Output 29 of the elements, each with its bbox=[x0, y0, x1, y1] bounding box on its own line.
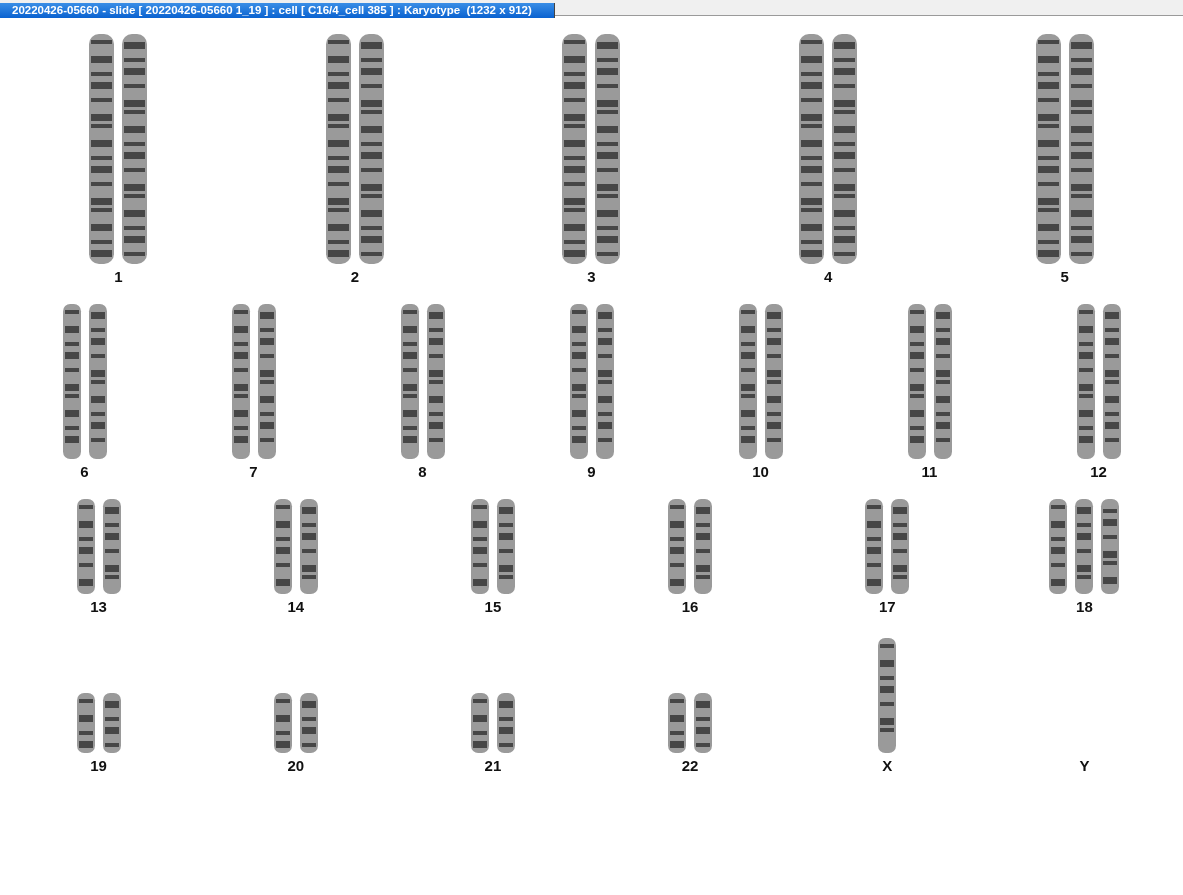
chromosome-label: 12 bbox=[1090, 463, 1107, 481]
chromosome-label: 8 bbox=[418, 463, 427, 481]
chromosome-label: 1 bbox=[114, 268, 123, 286]
chromosome-label: 7 bbox=[249, 463, 258, 481]
chromosome-label: 5 bbox=[1060, 268, 1069, 286]
chromosome-label: 2 bbox=[350, 268, 360, 286]
chromosome-label: 6 bbox=[80, 463, 89, 481]
chromosome-label: X bbox=[882, 757, 893, 775]
chromosome-drawing bbox=[668, 693, 713, 753]
chromosome-label: 4 bbox=[823, 268, 833, 286]
chromosome-label: 11 bbox=[921, 463, 938, 481]
chromosome-label: 9 bbox=[587, 463, 596, 481]
chromosome-label: 3 bbox=[587, 268, 596, 286]
chromosome-label: 21 bbox=[484, 757, 502, 775]
chromosome-label: 16 bbox=[681, 598, 699, 616]
chromosome-label: 15 bbox=[484, 598, 502, 616]
chromosome-label: 22 bbox=[681, 757, 699, 775]
chromosome-label: 14 bbox=[287, 598, 305, 616]
window-title: 20220426-05660 - slide [ 20220426-05660 1_19 ] : cell [ C16/4_cell 385 ] : Karyotype (1232 x 912) bbox=[0, 3, 555, 18]
chromosome-label: 18 bbox=[1076, 598, 1093, 616]
chromosome-label: 13 bbox=[90, 598, 107, 616]
chromosome-label: 20 bbox=[287, 757, 305, 775]
chromosome-label: 10 bbox=[752, 463, 769, 481]
chromosome-drawing bbox=[273, 693, 318, 753]
chromosome-label: 19 bbox=[90, 757, 107, 775]
chromosome-label: Y bbox=[1079, 757, 1090, 775]
chromosome-drawing bbox=[76, 693, 121, 753]
chromosome-label: 17 bbox=[878, 598, 896, 616]
chromosome-drawing bbox=[470, 693, 515, 753]
